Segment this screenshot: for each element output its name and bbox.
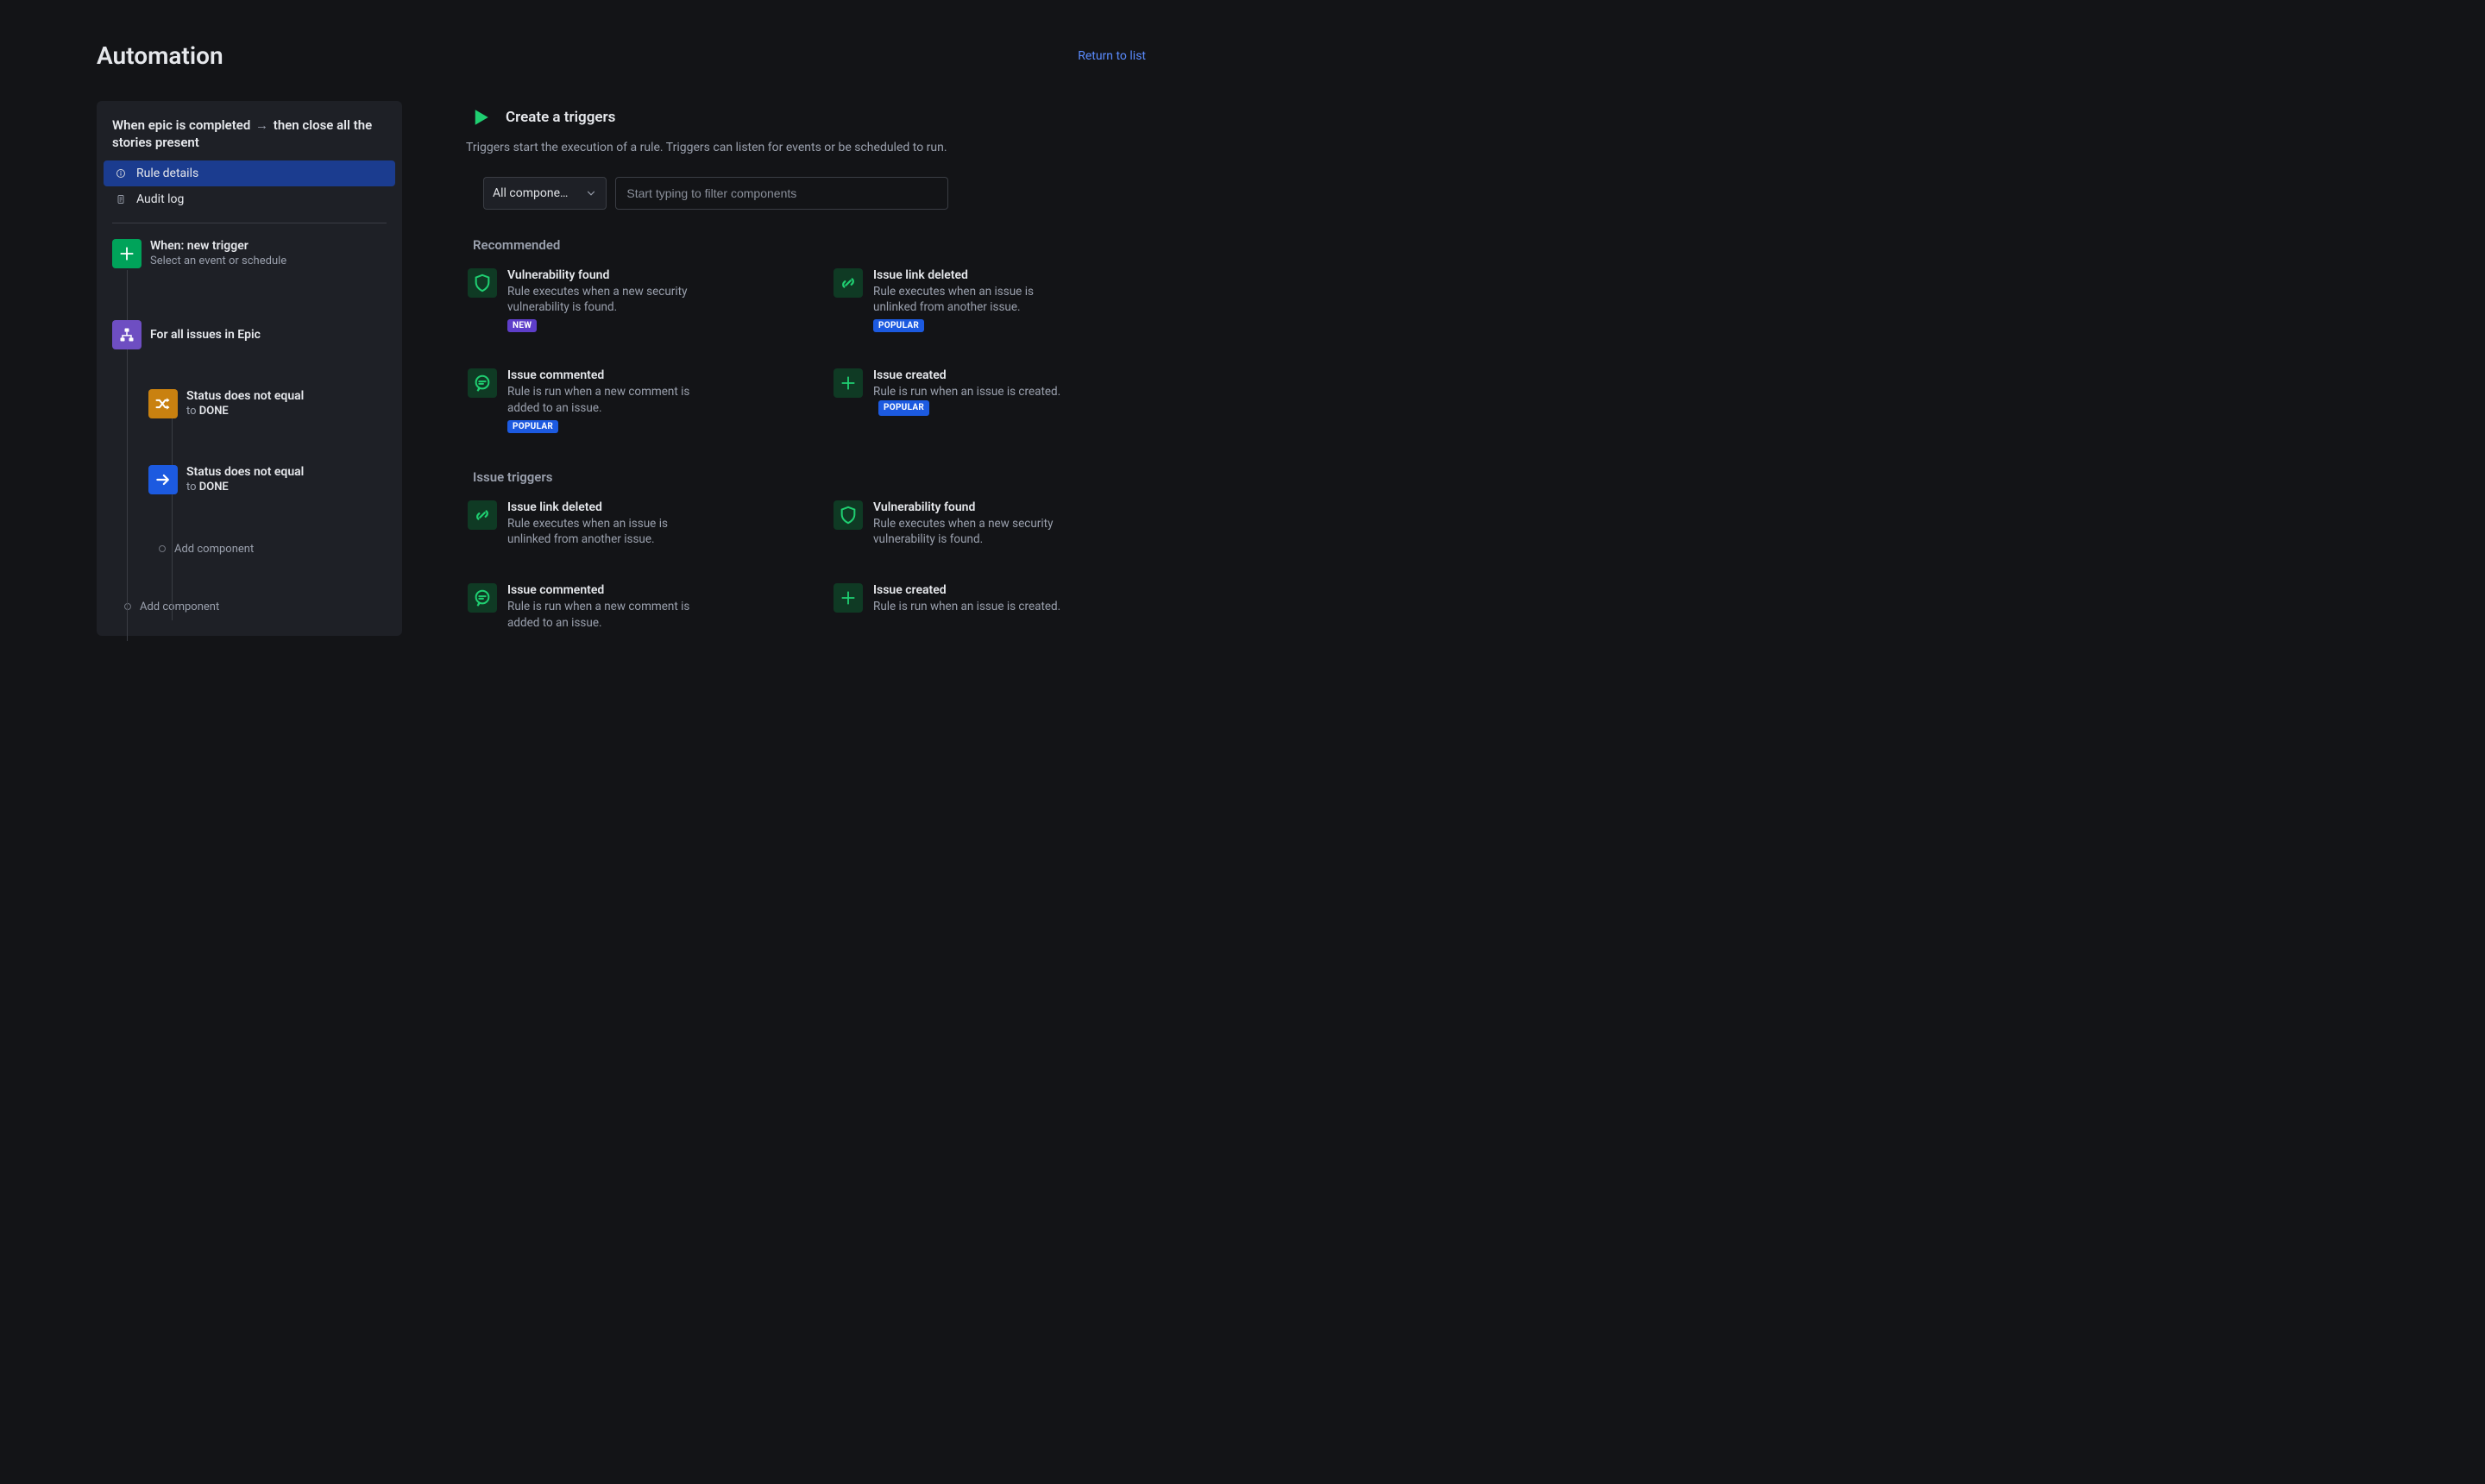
nav-label: Audit log (136, 192, 184, 206)
badge: POPULAR (873, 319, 924, 332)
shuffle-icon (148, 389, 178, 418)
add-circle-icon (159, 545, 166, 552)
add-circle-icon (124, 603, 131, 610)
rule-tree: When: new trigger Select an event or sch… (104, 239, 395, 629)
nav-audit-log[interactable]: Audit log (104, 186, 395, 212)
unlink-icon (834, 268, 863, 298)
main-subtitle: Triggers start the execution of a rule. … (466, 141, 1146, 154)
section-recommended: Recommended (473, 237, 1146, 253)
rule-name-trigger: When epic is completed (112, 117, 250, 133)
add-component-inner[interactable]: Add component (159, 543, 387, 556)
trigger-card[interactable]: Issue commented Rule is run when a new co… (466, 582, 780, 632)
add-component-outer[interactable]: Add component (124, 601, 387, 613)
rule-sidebar: When epic is completed → then close all … (97, 101, 402, 636)
trigger-subtitle: Rule executes when an issue is unlinked … (507, 516, 697, 547)
component-search-input[interactable] (615, 177, 948, 210)
page-title: Automation (97, 41, 223, 70)
add-component-label: Add component (174, 543, 254, 556)
trigger-title: Vulnerability found (873, 500, 1063, 514)
add-component-label: Add component (140, 601, 219, 613)
nav-label: Rule details (136, 167, 198, 180)
arrow-icon: → (255, 117, 268, 133)
trigger-title: Issue commented (507, 583, 697, 597)
node-title: When: new trigger (150, 239, 286, 253)
trigger-subtitle: Rule executes when a new security vulner… (873, 516, 1063, 547)
badge: POPULAR (507, 420, 558, 433)
comment-icon (468, 583, 497, 613)
plus-icon (112, 239, 142, 268)
info-icon (116, 168, 126, 179)
node-subtitle: to DONE (186, 405, 304, 418)
node-subtitle: Select an event or schedule (150, 255, 286, 267)
trigger-subtitle: Rule executes when a new security vulner… (507, 284, 697, 315)
nav-rule-details[interactable]: Rule details (104, 160, 395, 186)
badge: POPULAR (878, 400, 929, 416)
trigger-card[interactable]: Vulnerability found Rule executes when a … (832, 499, 1146, 549)
node-subtitle: to DONE (186, 481, 304, 494)
comment-icon (468, 368, 497, 398)
trigger-title: Issue created (873, 368, 1063, 382)
rule-name: When epic is completed → then close all … (104, 108, 395, 160)
shield-icon (834, 500, 863, 530)
tree-trigger-node[interactable]: When: new trigger Select an event or sch… (112, 239, 387, 268)
trigger-title: Issue created (873, 583, 1060, 597)
trigger-card[interactable]: Issue created Rule is run when an issue i… (832, 582, 1146, 632)
node-title: Status does not equal (186, 389, 304, 403)
select-label: All compone… (493, 186, 568, 200)
plus-icon (834, 583, 863, 613)
hierarchy-icon (112, 320, 142, 349)
plus-icon (834, 368, 863, 398)
trigger-title: Issue commented (507, 368, 697, 382)
trigger-title: Vulnerability found (507, 268, 697, 282)
trigger-card[interactable]: Issue link deleted Rule executes when an … (832, 267, 1146, 334)
return-to-list-link[interactable]: Return to list (1078, 49, 1146, 63)
component-filter-select[interactable]: All compone… (483, 177, 607, 210)
tree-branch-node[interactable]: For all issues in Epic (112, 320, 387, 349)
trigger-card[interactable]: Issue created Rule is run when an issue i… (832, 367, 1146, 434)
trigger-subtitle: Rule is run when an issue is created. PO… (873, 384, 1063, 415)
tree-condition-node[interactable]: Status does not equal to DONE (148, 389, 387, 418)
node-title: Status does not equal (186, 465, 304, 479)
arrow-right-icon (148, 465, 178, 494)
section-issue-triggers: Issue triggers (473, 469, 1146, 485)
trigger-subtitle: Rule executes when an issue is unlinked … (873, 284, 1063, 315)
document-icon (116, 194, 126, 204)
main-panel: Create a triggers Triggers start the exe… (466, 101, 1146, 667)
trigger-title: Issue link deleted (873, 268, 1063, 282)
main-title: Create a triggers (506, 109, 615, 126)
trigger-subtitle: Rule is run when an issue is created. (873, 599, 1060, 614)
shield-icon (468, 268, 497, 298)
node-title: For all issues in Epic (150, 328, 261, 342)
play-icon (466, 103, 495, 132)
trigger-subtitle: Rule is run when a new comment is added … (507, 599, 697, 630)
badge: NEW (507, 319, 537, 332)
trigger-card[interactable]: Vulnerability found Rule executes when a … (466, 267, 780, 334)
trigger-card[interactable]: Issue commented Rule is run when a new co… (466, 367, 780, 434)
trigger-title: Issue link deleted (507, 500, 697, 514)
chevron-down-icon (585, 187, 597, 199)
tree-action-node[interactable]: Status does not equal to DONE (148, 465, 387, 494)
trigger-subtitle: Rule is run when a new comment is added … (507, 384, 697, 415)
trigger-card[interactable]: Issue link deleted Rule executes when an … (466, 499, 780, 549)
unlink-icon (468, 500, 497, 530)
